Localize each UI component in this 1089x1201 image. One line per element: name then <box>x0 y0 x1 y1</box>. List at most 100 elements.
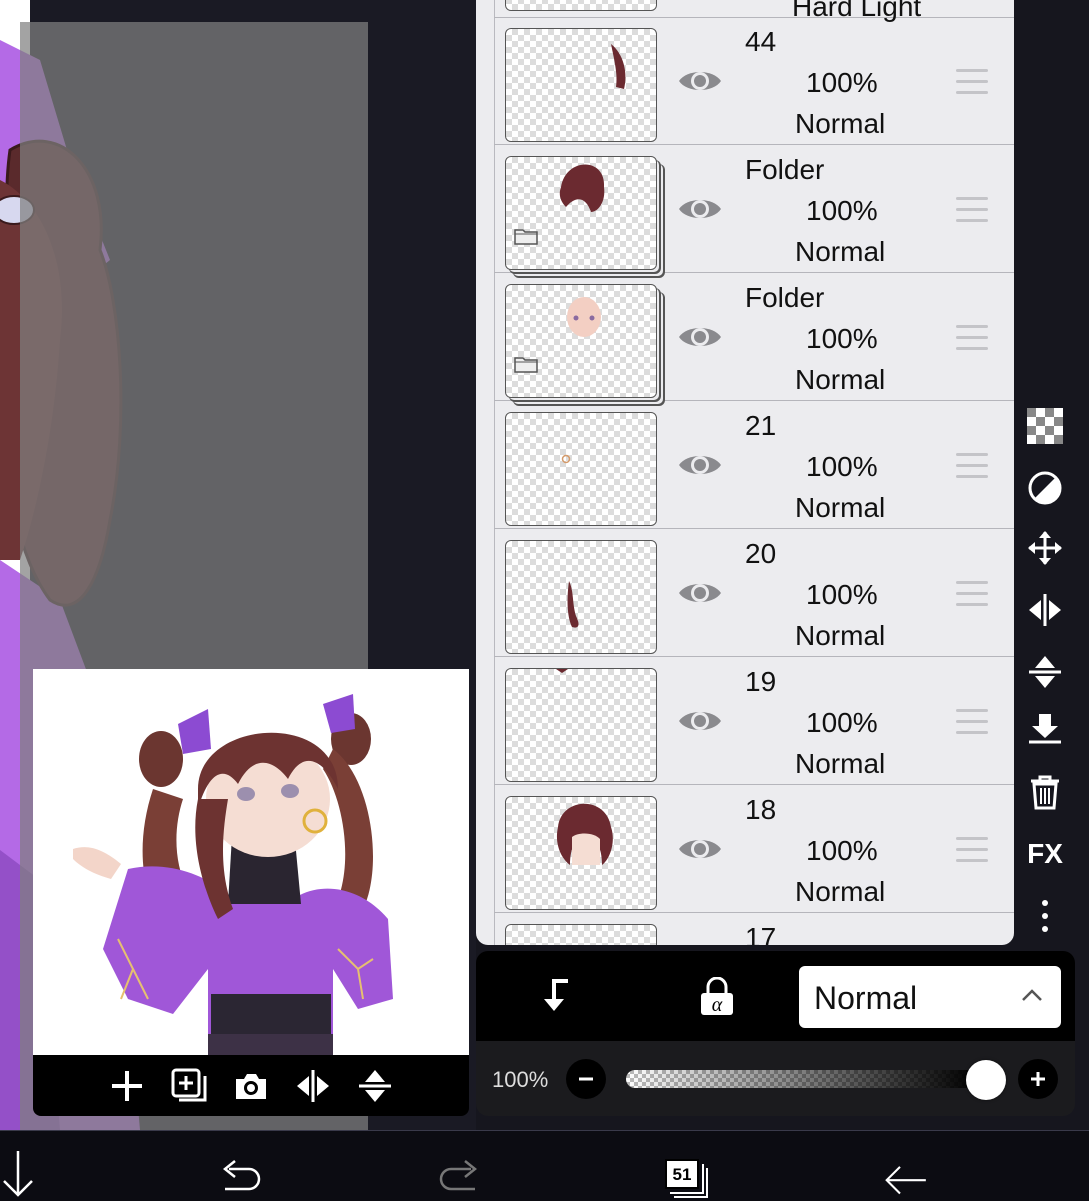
layer-row[interactable]: 20 100% Normal <box>494 530 1014 657</box>
layer-opacity: 100% <box>806 835 878 866</box>
face-thumbnail <box>567 297 601 337</box>
transparency-checker-icon <box>1027 408 1063 444</box>
layer-row[interactable]: Folder 100% Normal <box>494 146 1014 273</box>
visibility-eye-icon[interactable] <box>677 448 723 482</box>
layer-blend-mode: Normal <box>795 364 886 395</box>
drag-handle-icon[interactable] <box>956 709 988 735</box>
drag-handle-icon[interactable] <box>956 581 988 607</box>
visibility-eye-icon[interactable] <box>677 832 723 866</box>
blend-mode-select[interactable]: Normal <box>799 966 1061 1028</box>
drag-handle-icon[interactable] <box>956 197 988 223</box>
opacity-bar: 100% <box>476 1041 1075 1116</box>
layer-name: 20 <box>745 538 777 569</box>
hair-bob-thumbnail <box>556 803 613 865</box>
drag-handle-icon[interactable] <box>956 837 988 863</box>
layer-blend-mode: Normal <box>795 492 886 523</box>
drag-handle-icon[interactable] <box>956 325 988 351</box>
layer-opacity: 100% <box>806 707 878 738</box>
layer-row[interactable]: 19 100% Normal <box>494 658 1014 785</box>
visibility-eye-icon[interactable] <box>677 704 723 738</box>
flip-vertical-button[interactable] <box>357 1068 393 1104</box>
layer-row[interactable]: 18 100% Normal <box>494 786 1014 913</box>
opacity-slider-thumb[interactable] <box>966 1060 1006 1100</box>
reference-preview-window[interactable] <box>33 669 469 1116</box>
layer-thumbnail <box>505 796 657 910</box>
layer-thumbnail <box>505 156 657 270</box>
back-icon[interactable] <box>880 1151 930 1201</box>
layer-blend-mode: Normal <box>795 876 886 907</box>
layer-opacity: 100% <box>806 579 878 610</box>
layer-name: 18 <box>745 794 777 825</box>
minus-icon <box>579 1077 593 1081</box>
alpha-lock-icon[interactable]: α <box>698 977 736 1017</box>
flip-horizontal-icon <box>1029 594 1061 626</box>
layer-blend-mode: Normal <box>795 236 886 267</box>
increase-opacity-button[interactable] <box>1018 1059 1058 1099</box>
visibility-eye-icon[interactable] <box>677 64 723 98</box>
flip-horizontal-layer-button[interactable] <box>1027 592 1063 628</box>
merge-down-button[interactable] <box>1027 712 1063 748</box>
svg-text:α: α <box>712 994 723 1016</box>
clipping-arrow-icon[interactable] <box>538 977 576 1015</box>
camera-button[interactable] <box>233 1068 269 1104</box>
layer-thumbnail <box>505 412 657 526</box>
layer-opacity: 100% <box>806 323 878 354</box>
add-layer-icon <box>112 1070 142 1101</box>
duplicate-layer-icon <box>171 1068 207 1101</box>
decrease-opacity-button[interactable] <box>566 1059 606 1099</box>
move-icon <box>1028 531 1062 565</box>
hair-thumbnail <box>559 164 605 212</box>
blend-mode-value: Normal <box>814 980 918 1016</box>
layer-blend-mode: Normal <box>795 748 886 779</box>
layer-name: 19 <box>745 666 777 697</box>
drag-handle-icon[interactable] <box>956 69 988 95</box>
layer-thumbnail <box>505 668 657 782</box>
more-vertical-icon <box>1042 900 1048 932</box>
more-options-button[interactable] <box>1027 898 1063 934</box>
empty-layer-thumbnail <box>556 669 568 673</box>
layer-row[interactable]: 17 <box>494 914 1014 945</box>
flip-vertical-icon <box>1029 656 1061 688</box>
visibility-eye-icon[interactable] <box>677 576 723 610</box>
layers-button[interactable]: 51 <box>665 1159 699 1189</box>
flip-vertical-icon <box>359 1069 391 1102</box>
transparency-button[interactable] <box>1027 408 1063 444</box>
delete-layer-button[interactable] <box>1027 774 1063 810</box>
layer-row[interactable]: 21 100% Normal <box>494 402 1014 529</box>
undo-icon[interactable] <box>215 1151 265 1201</box>
visibility-eye-icon[interactable] <box>677 192 723 226</box>
folder-icon <box>514 229 538 245</box>
folder-icon <box>514 357 538 373</box>
opacity-value-label: 100% <box>492 1067 549 1092</box>
camera-icon <box>236 1073 266 1099</box>
trash-icon <box>1031 775 1059 810</box>
flip-horizontal-icon <box>297 1069 329 1102</box>
blend-mode-bar: α Normal <box>476 951 1075 1041</box>
drawing-canvas[interactable] <box>0 0 476 1130</box>
redo-icon[interactable] <box>435 1151 485 1201</box>
layer-name: 21 <box>745 410 777 441</box>
layer-thumbnail <box>505 0 657 11</box>
visibility-eye-icon[interactable] <box>677 320 723 354</box>
move-button[interactable] <box>1027 530 1063 566</box>
opacity-slider[interactable] <box>626 1060 1006 1100</box>
add-layer-button[interactable] <box>109 1068 145 1104</box>
adjust-button[interactable] <box>1027 470 1063 506</box>
layer-name: 17 <box>745 922 777 945</box>
layer-thumbnail <box>505 28 657 142</box>
flip-horizontal-button[interactable] <box>295 1068 331 1104</box>
drag-handle-icon[interactable] <box>956 453 988 479</box>
flip-vertical-layer-button[interactable] <box>1027 654 1063 690</box>
layer-thumbnail <box>505 540 657 654</box>
layer-row[interactable]: Folder 100% Normal <box>494 274 1014 401</box>
layer-row-partial-top[interactable]: Hard Light <box>494 0 1014 22</box>
duplicate-layer-button[interactable] <box>171 1068 207 1104</box>
arrow-down-icon[interactable] <box>0 1151 50 1201</box>
hair-lock-thumbnail <box>567 581 579 628</box>
layer-row[interactable]: 44 100% Normal <box>494 18 1014 145</box>
artwork-preview-image <box>33 669 469 1055</box>
bottom-navigation-bar <box>0 1130 1089 1201</box>
layers-panel[interactable]: Hard Light 44 100% Normal Folder 100% No… <box>476 0 1014 945</box>
layer-tools-column: FX <box>1014 400 1089 945</box>
fx-button[interactable]: FX <box>1027 836 1063 872</box>
